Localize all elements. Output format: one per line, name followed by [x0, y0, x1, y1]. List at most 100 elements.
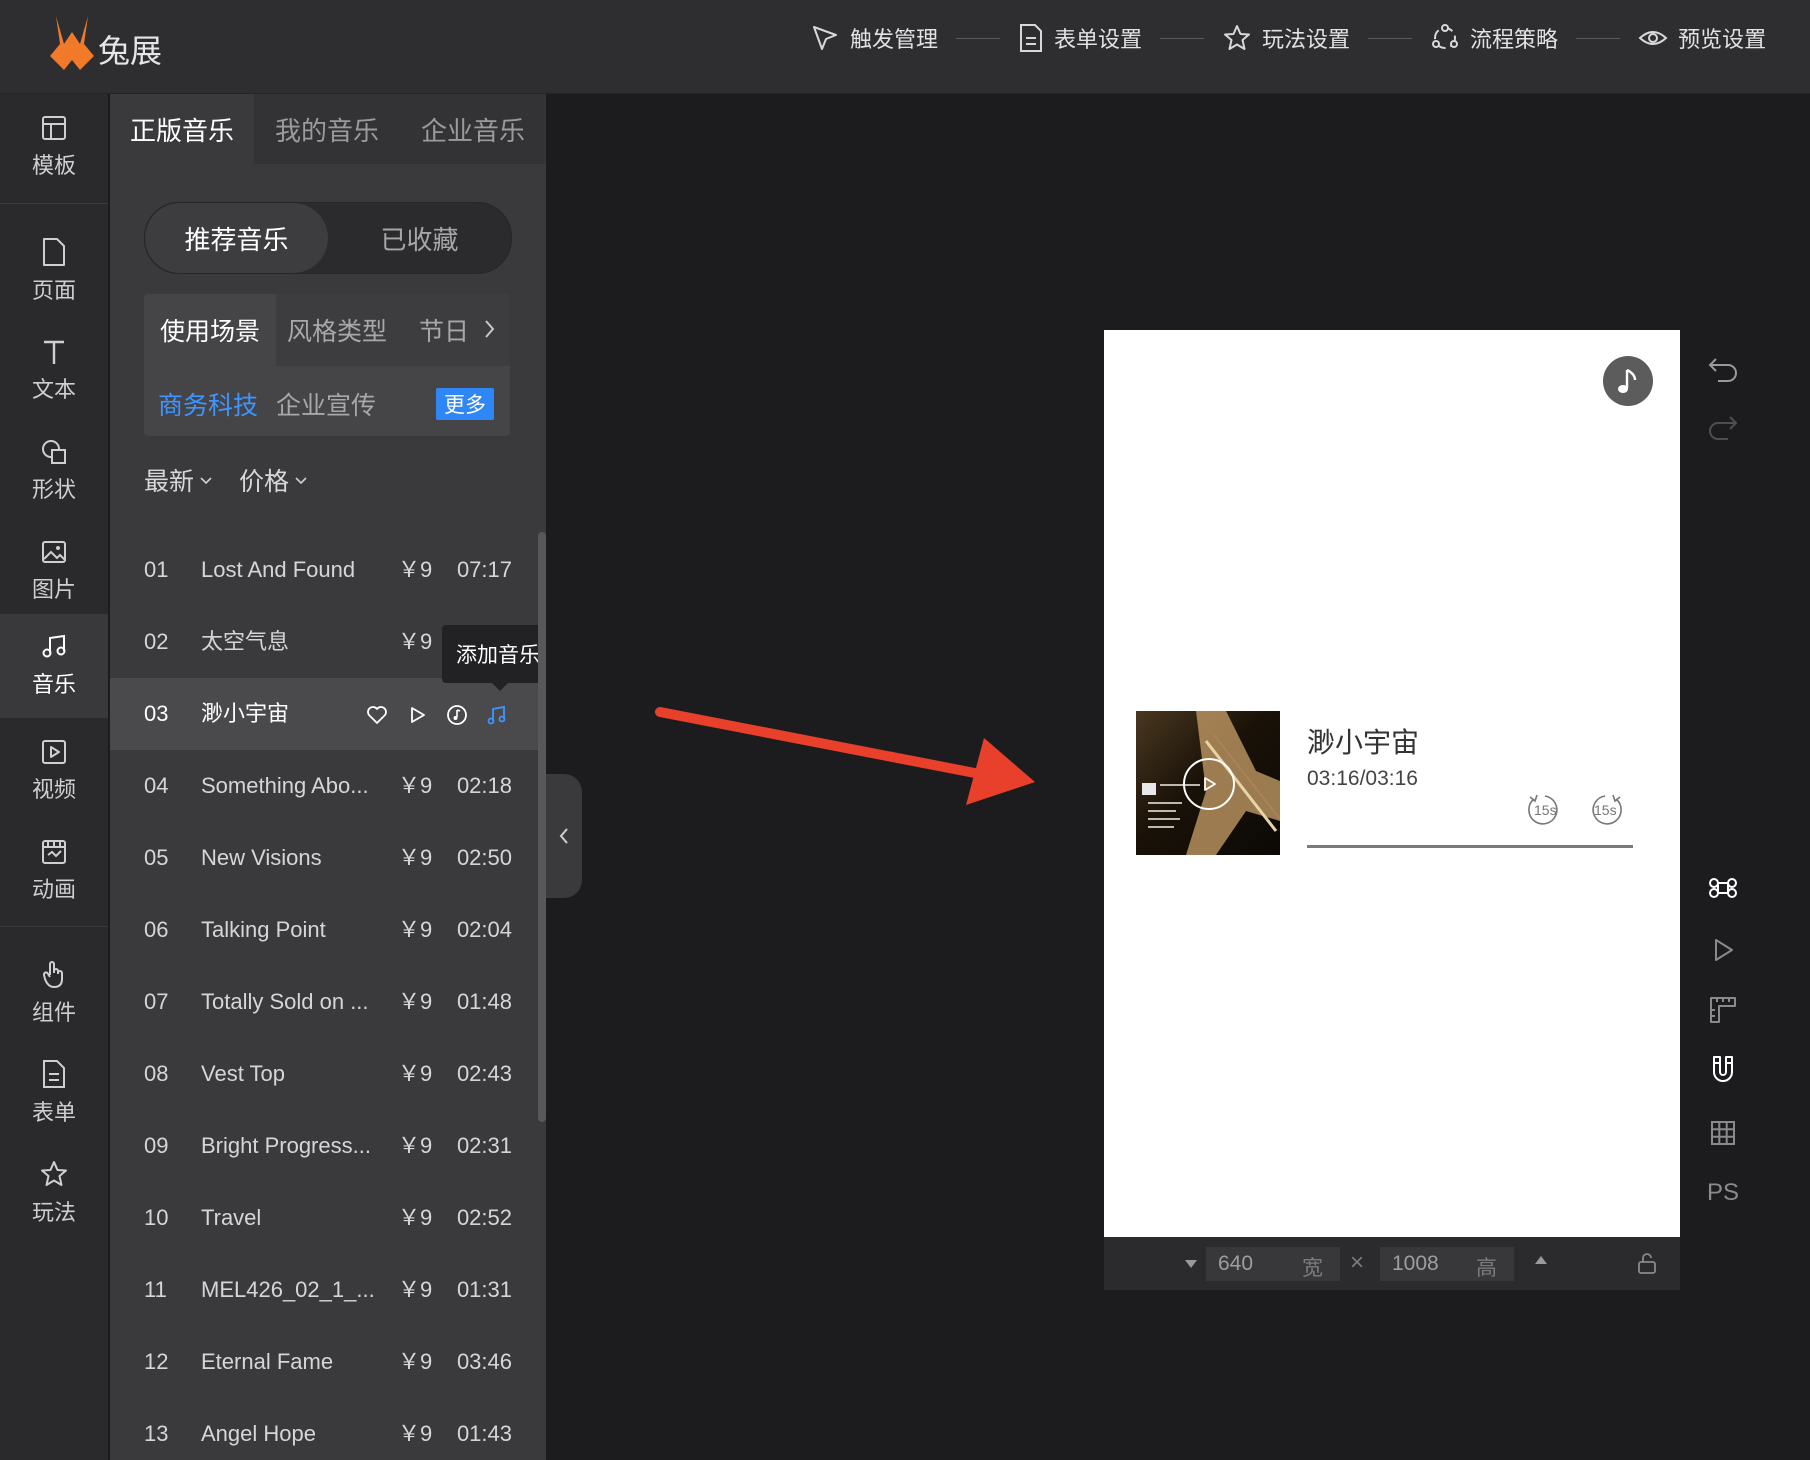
track-price: ￥9: [398, 917, 433, 942]
rail-item-music[interactable]: 音乐: [0, 614, 108, 718]
rail-item-image[interactable]: 图片: [0, 522, 108, 620]
shortcut-button[interactable]: [1705, 870, 1741, 906]
step-trigger-management[interactable]: 触发管理: [810, 22, 938, 54]
ruler-button[interactable]: [1705, 992, 1741, 1028]
tag-corporate-promo[interactable]: 企业宣传: [276, 386, 376, 422]
rail-label: 音乐: [31, 672, 76, 697]
track-row[interactable]: 06 Talking Point ￥9 02:04: [110, 894, 546, 966]
step-navigation: 触发管理 表单设置 玩法设置 流程策略 预览设置: [810, 22, 1766, 54]
track-number: 08: [144, 1061, 169, 1086]
tab-licensed-music[interactable]: 正版音乐: [110, 94, 254, 164]
chevron-right-icon[interactable]: [482, 316, 498, 342]
time-total: 03:16: [1365, 767, 1418, 790]
rail-item-video[interactable]: 视频: [0, 722, 108, 820]
track-row[interactable]: 01 Lost And Found ￥9 07:17: [110, 534, 546, 606]
track-row[interactable]: 08 Vest Top ￥9 02:43: [110, 1038, 546, 1110]
play-icon[interactable]: [406, 704, 428, 726]
logo-text: 兔展: [98, 33, 163, 69]
ps-import-button[interactable]: PS: [1705, 1175, 1741, 1211]
rail-item-page[interactable]: 页面: [0, 222, 108, 320]
collapse-panel-button[interactable]: [546, 774, 582, 898]
app-logo[interactable]: 兔展: [50, 12, 162, 72]
track-duration: 02:43: [456, 1061, 512, 1086]
caret-down-icon[interactable]: [1184, 1259, 1198, 1269]
track-duration: 01:31: [456, 1277, 512, 1302]
player-progress-bar[interactable]: [1307, 845, 1633, 848]
background-music-button[interactable]: [1603, 356, 1653, 406]
track-row[interactable]: 05 New Visions ￥9 02:50: [110, 822, 546, 894]
heart-icon[interactable]: [366, 704, 388, 726]
track-row[interactable]: 12 Eternal Fame ￥9 03:46: [110, 1326, 546, 1398]
track-title: 太空气息: [201, 629, 290, 654]
track-title: Talking Point: [201, 917, 326, 942]
track-row[interactable]: 07 Totally Sold on ... ￥9 01:48: [110, 966, 546, 1038]
eye-icon: [1638, 31, 1668, 45]
tab-enterprise-music[interactable]: 企业音乐: [400, 94, 546, 164]
skip-forward-button[interactable]: 15s: [1586, 791, 1624, 829]
preview-play-button[interactable]: [1705, 932, 1741, 968]
rail-item-text[interactable]: 文本: [0, 322, 108, 420]
music-note-icon: [1618, 368, 1637, 393]
chevron-left-icon: [559, 828, 568, 844]
segment-favorites[interactable]: 已收藏: [328, 203, 511, 273]
track-duration: 07:17: [456, 557, 512, 582]
lock-icon[interactable]: [1635, 1251, 1659, 1275]
music-icon: [42, 634, 66, 658]
track-row[interactable]: 04 Something Abo... ￥9 02:18: [110, 750, 546, 822]
step-form-settings[interactable]: 表单设置: [1018, 22, 1142, 54]
track-row[interactable]: 11 MEL426_02_1_... ￥9 01:31: [110, 1254, 546, 1326]
grid-button[interactable]: [1705, 1115, 1741, 1151]
panel-scrollbar[interactable]: [538, 532, 546, 1122]
skip-back-label: 15s: [1534, 802, 1557, 818]
add-music-icon[interactable]: [486, 704, 508, 726]
undo-button[interactable]: [1705, 352, 1741, 388]
track-title: Something Abo...: [201, 773, 369, 798]
step-preview-settings[interactable]: 预览设置: [1638, 22, 1766, 54]
track-number: 13: [144, 1421, 169, 1446]
filter-tab-style[interactable]: 风格类型: [287, 294, 387, 366]
more-tags-button[interactable]: 更多: [436, 388, 494, 420]
page-icon: [43, 238, 65, 266]
step-gameplay-settings[interactable]: 玩法设置: [1222, 22, 1350, 54]
track-price: ￥9: [398, 557, 433, 582]
sort-price[interactable]: 价格: [239, 462, 308, 498]
track-row[interactable]: 10 Travel ￥9 02:52: [110, 1182, 546, 1254]
ruler-icon: [1710, 997, 1736, 1023]
track-duration: 02:18: [456, 773, 512, 798]
rail-item-shape[interactable]: 形状: [0, 422, 108, 520]
sort-latest[interactable]: 最新: [144, 462, 213, 498]
music-player-component[interactable]: 渺小宇宙 03:16/03:16 15s 15s: [1136, 711, 1646, 861]
page-canvas[interactable]: 渺小宇宙 03:16/03:16 15s 15s: [1104, 330, 1680, 1237]
rail-item-gameplay[interactable]: 玩法: [0, 1144, 108, 1242]
redo-button[interactable]: [1705, 410, 1741, 446]
step-divider: [956, 37, 1001, 39]
rail-item-form[interactable]: 表单: [0, 1044, 108, 1142]
filter-tab-festival[interactable]: 节日: [419, 294, 473, 366]
step-divider: [1160, 37, 1205, 39]
rail-label: 页面: [31, 278, 76, 303]
caret-up-icon[interactable]: [1534, 1255, 1548, 1265]
height-input[interactable]: 1008 高: [1380, 1247, 1514, 1281]
rail-item-component[interactable]: 组件: [0, 944, 108, 1042]
width-input[interactable]: 640 宽: [1206, 1247, 1340, 1281]
tag-business-tech[interactable]: 商务科技: [158, 386, 258, 422]
track-row[interactable]: 13 Angel Hope ￥9 01:43: [110, 1398, 546, 1460]
track-title: Vest Top: [201, 1061, 285, 1086]
rail-item-animation[interactable]: 动画: [0, 822, 108, 920]
step-flow-strategy[interactable]: 流程策略: [1430, 22, 1558, 54]
track-number: 04: [144, 773, 169, 798]
rail-item-template[interactable]: 模板: [0, 98, 108, 196]
cover-play-button[interactable]: [1183, 758, 1235, 810]
tab-my-music[interactable]: 我的音乐: [254, 94, 400, 164]
track-title: Angel Hope: [201, 1421, 316, 1446]
track-title: Eternal Fame: [201, 1349, 334, 1374]
track-duration: 03:46: [456, 1349, 512, 1374]
filter-tab-scene[interactable]: 使用场景: [144, 294, 277, 366]
track-row[interactable]: 09 Bright Progress... ￥9 02:31: [110, 1110, 546, 1182]
snap-magnet-button[interactable]: [1705, 1052, 1741, 1088]
music-disc-icon[interactable]: [446, 704, 468, 726]
segment-recommended[interactable]: 推荐音乐: [145, 203, 328, 273]
skip-back-button[interactable]: 15s: [1526, 791, 1564, 829]
track-row-hovered[interactable]: 03 渺小宇宙: [110, 678, 546, 750]
step-label: 预览设置: [1678, 27, 1767, 52]
